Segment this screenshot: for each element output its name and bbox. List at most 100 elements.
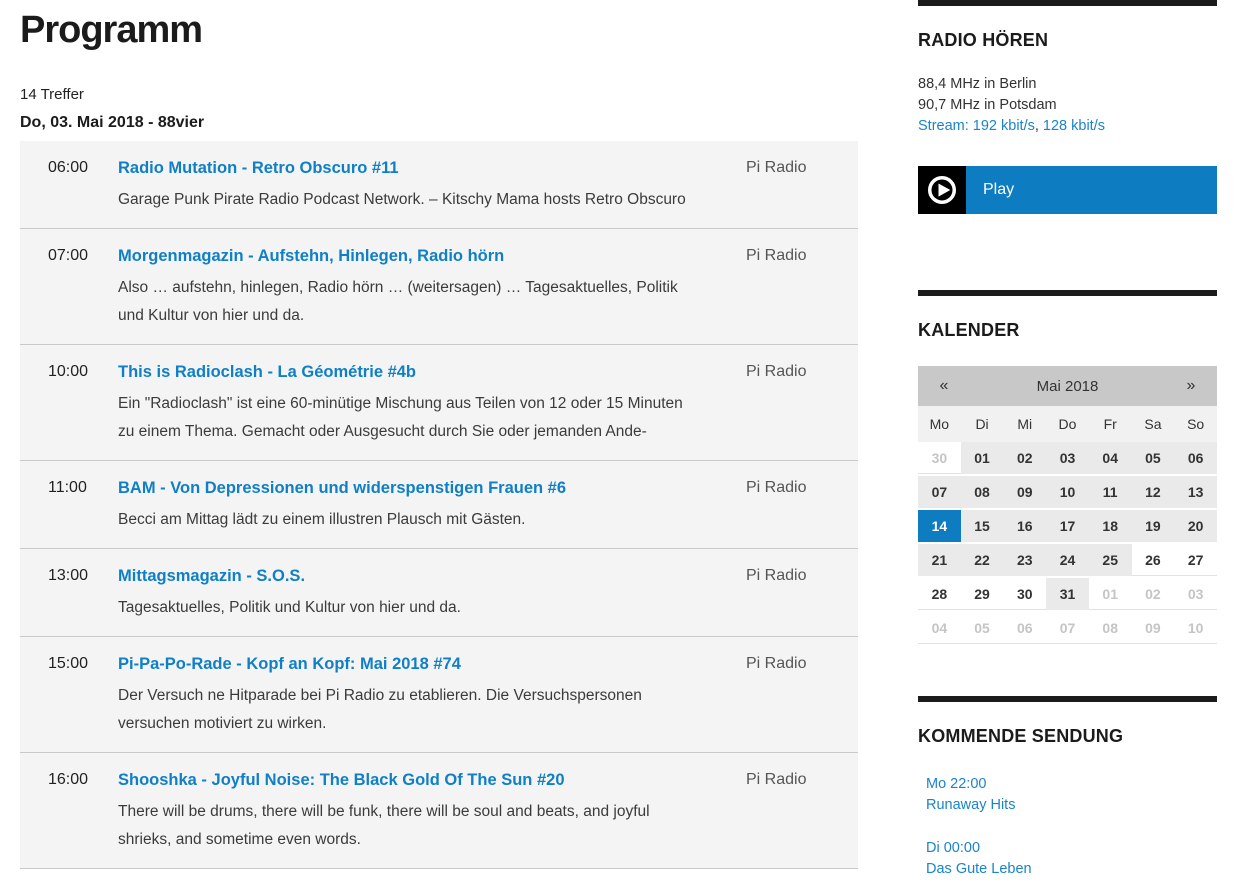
- frequency-potsdam: 90,7 MHz in Potsdam: [918, 95, 1217, 116]
- entry-title-link[interactable]: Pi-Pa-Po-Rade - Kopf an Kopf: Mai 2018 #…: [118, 653, 461, 675]
- calendar-day[interactable]: 10: [1174, 612, 1217, 646]
- entry-station-label: Pi Radio: [746, 565, 838, 587]
- upcoming-show-time: Di 00:00: [926, 838, 1217, 859]
- entry-time: 06:00: [48, 157, 118, 179]
- entry-description: Also … aufstehn, hinlegen, Radio hörn … …: [118, 274, 698, 330]
- calendar-day[interactable]: 30: [918, 442, 961, 476]
- calendar-weekday: Mi: [1003, 416, 1046, 432]
- date-heading: Do, 03. Mai 2018 - 88vier: [20, 114, 858, 132]
- program-entry: 06:00 Radio Mutation - Retro Obscuro #11…: [20, 141, 858, 229]
- program-entry: 10:00 This is Radioclash - La Géométrie …: [20, 345, 858, 461]
- upcoming-show-title: Runaway Hits: [926, 795, 1217, 816]
- radio-hoeren-heading: RADIO HÖREN: [918, 30, 1217, 51]
- calendar-day[interactable]: 24: [1046, 544, 1089, 578]
- page: Programm 14 Treffer Do, 03. Mai 2018 - 8…: [0, 0, 1239, 890]
- calendar-next-button[interactable]: »: [1165, 377, 1217, 395]
- calendar-day[interactable]: 09: [1003, 476, 1046, 510]
- calendar-day[interactable]: 25: [1089, 544, 1132, 578]
- calendar-day[interactable]: 02: [1003, 442, 1046, 476]
- entry-time: 13:00: [48, 565, 118, 587]
- calendar-day[interactable]: 29: [961, 578, 1004, 612]
- calendar-day[interactable]: 08: [961, 476, 1004, 510]
- calendar-day[interactable]: 06: [1174, 442, 1217, 476]
- calendar-weekday: Mo: [918, 416, 961, 432]
- stream-links: Stream: 192 kbit/s, 128 kbit/s: [918, 116, 1217, 137]
- stream-link-192[interactable]: Stream: 192 kbit/s: [918, 118, 1035, 134]
- entry-title-link[interactable]: BAM - Von Depressionen und widerspenstig…: [118, 477, 566, 499]
- stream-link-128[interactable]: 128 kbit/s: [1043, 118, 1105, 134]
- calendar-day[interactable]: 15: [961, 510, 1004, 544]
- calendar-day[interactable]: 09: [1132, 612, 1175, 646]
- entry-time: 07:00: [48, 245, 118, 267]
- calendar-day[interactable]: 03: [1046, 442, 1089, 476]
- program-entry: 11:00 BAM - Von Depressionen und widersp…: [20, 461, 858, 549]
- calendar-day[interactable]: 21: [918, 544, 961, 578]
- calendar-weekday: So: [1174, 416, 1217, 432]
- calendar-day[interactable]: 26: [1132, 544, 1175, 578]
- calendar-day[interactable]: 30: [1003, 578, 1046, 612]
- calendar-grid: 30 01 02 03 04 05 06 07 08 09: [918, 442, 1217, 646]
- calendar-day[interactable]: 06: [1003, 612, 1046, 646]
- play-button-label: Play: [966, 166, 1217, 214]
- frequency-berlin: 88,4 MHz in Berlin: [918, 74, 1217, 95]
- calendar-day[interactable]: 20: [1174, 510, 1217, 544]
- calendar-day[interactable]: 16: [1003, 510, 1046, 544]
- stream-link-separator: ,: [1035, 118, 1043, 134]
- calendar-weekday: Di: [961, 416, 1004, 432]
- calendar-day[interactable]: 10: [1046, 476, 1089, 510]
- calendar-day[interactable]: 13: [1174, 476, 1217, 510]
- calendar-day[interactable]: 18: [1089, 510, 1132, 544]
- calendar-day[interactable]: 07: [1046, 612, 1089, 646]
- entry-body: Shooshka - Joyful Noise: The Black Gold …: [118, 769, 698, 854]
- page-title: Programm: [20, 6, 858, 54]
- entry-description: Ein "Radioclash" ist eine 60-minütige Mi…: [118, 390, 698, 446]
- calendar-day[interactable]: 07: [918, 476, 961, 510]
- entry-title-link[interactable]: Radio Mutation - Retro Obscuro #11: [118, 157, 399, 179]
- calendar-day[interactable]: 02: [1132, 578, 1175, 612]
- calendar-day[interactable]: 28: [918, 578, 961, 612]
- entry-description: There will be drums, there will be funk,…: [118, 798, 698, 854]
- calendar-weekday-row: Mo Di Mi Do Fr Sa So: [918, 406, 1217, 442]
- entry-station-label: Pi Radio: [746, 769, 838, 791]
- entry-station-label: Pi Radio: [746, 361, 838, 383]
- calendar-day[interactable]: 04: [918, 612, 961, 646]
- calendar-day[interactable]: 04: [1089, 442, 1132, 476]
- program-entry: 15:00 Pi-Pa-Po-Rade - Kopf an Kopf: Mai …: [20, 637, 858, 753]
- calendar-weekday: Fr: [1089, 416, 1132, 432]
- entry-station-label: Pi Radio: [746, 477, 838, 499]
- calendar-weekday: Sa: [1132, 416, 1175, 432]
- play-button[interactable]: Play: [918, 166, 1217, 214]
- entry-description: Tagesaktuelles, Politik und Kultur von h…: [118, 594, 698, 622]
- program-entry: 13:00 Mittagsmagazin - S.O.S. Tagesaktue…: [20, 549, 858, 637]
- calendar-day[interactable]: 27: [1174, 544, 1217, 578]
- calendar-day[interactable]: 31: [1046, 578, 1089, 612]
- entry-title-link[interactable]: Mittagsmagazin - S.O.S.: [118, 565, 305, 587]
- entry-title-link[interactable]: This is Radioclash - La Géométrie #4b: [118, 361, 416, 383]
- calendar-day[interactable]: 01: [961, 442, 1004, 476]
- calendar-day[interactable]: 03: [1174, 578, 1217, 612]
- calendar-day[interactable]: 12: [1132, 476, 1175, 510]
- divider-bar-bottom: [918, 696, 1217, 702]
- calendar-day[interactable]: 22: [961, 544, 1004, 578]
- entry-title-link[interactable]: Shooshka - Joyful Noise: The Black Gold …: [118, 769, 565, 791]
- calendar-prev-button[interactable]: «: [918, 377, 970, 395]
- entry-description: Becci am Mittag lädt zu einem illustren …: [118, 506, 698, 534]
- upcoming-show-link[interactable]: Di 00:00 Das Gute Leben: [918, 838, 1217, 880]
- entry-body: Mittagsmagazin - S.O.S. Tagesaktuelles, …: [118, 565, 698, 622]
- calendar-day[interactable]: 11: [1089, 476, 1132, 510]
- calendar-day[interactable]: 17: [1046, 510, 1089, 544]
- entry-title-link[interactable]: Morgenmagazin - Aufstehn, Hinlegen, Radi…: [118, 245, 504, 267]
- calendar-day[interactable]: 23: [1003, 544, 1046, 578]
- upcoming-show-link[interactable]: Mo 22:00 Runaway Hits: [918, 774, 1217, 816]
- entry-body: Pi-Pa-Po-Rade - Kopf an Kopf: Mai 2018 #…: [118, 653, 698, 738]
- calendar-day[interactable]: 05: [1132, 442, 1175, 476]
- calendar-day[interactable]: 19: [1132, 510, 1175, 544]
- entry-body: Morgenmagazin - Aufstehn, Hinlegen, Radi…: [118, 245, 698, 330]
- upcoming-shows-list: Mo 22:00 Runaway Hits Di 00:00 Das Gute …: [918, 774, 1217, 890]
- calendar-day[interactable]: 08: [1089, 612, 1132, 646]
- entry-description: Garage Punk Pirate Radio Podcast Network…: [118, 186, 698, 214]
- calendar-day[interactable]: 01: [1089, 578, 1132, 612]
- entry-station-label: Pi Radio: [746, 245, 838, 267]
- calendar-day[interactable]: 05: [961, 612, 1004, 646]
- calendar-day[interactable]: 14: [918, 510, 961, 544]
